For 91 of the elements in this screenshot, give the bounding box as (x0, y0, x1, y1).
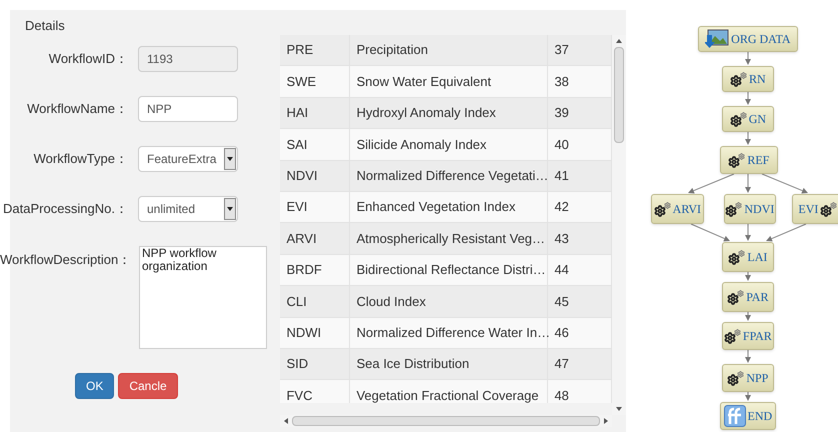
table-cell: CLI (280, 286, 350, 317)
table-cell: ARVI (280, 223, 350, 254)
gears-icon (730, 112, 747, 126)
node-label: ARVI (672, 201, 702, 218)
table-cell: Vegetation Fractional Coverage (350, 380, 548, 403)
node-label: PAR (746, 289, 768, 306)
workflow-node[interactable]: ARVI (650, 194, 704, 224)
workflow-node[interactable]: GN (722, 106, 774, 132)
workflow-node[interactable]: RN (722, 66, 774, 92)
gears-icon (728, 152, 746, 168)
table-cell: PRE (280, 35, 350, 66)
gears-icon (654, 202, 671, 216)
description-field[interactable]: NPP workflow organization (139, 246, 267, 348)
connector-arrow (766, 224, 806, 242)
dropdown[interactable]: FeatureExtra (138, 146, 238, 172)
field-label: DataProcessingNo.： (2, 200, 129, 218)
node-label: FPAR (742, 328, 772, 345)
table-cell: Bidirectional Reflectance Distri… (350, 254, 548, 286)
scroll-down-icon[interactable] (616, 407, 622, 411)
connector-arrow (690, 224, 730, 242)
workflow-node[interactable]: REF (720, 146, 778, 174)
gears-icon (730, 72, 748, 86)
connector-arrow (744, 52, 751, 65)
scrollbar-thumb[interactable] (292, 416, 600, 426)
connector-arrow (744, 174, 751, 193)
node-label: REF (747, 152, 770, 169)
connector-arrow (744, 224, 751, 241)
field-label: WorkflowID： (48, 50, 129, 68)
ok-button[interactable]: OK (75, 372, 114, 398)
connector-arrow (744, 92, 751, 105)
scroll-right-icon[interactable] (604, 418, 608, 424)
table-cell: SAI (280, 129, 350, 160)
scrollbar-thumb[interactable] (614, 47, 624, 143)
table-cell: Cloud Index (350, 286, 548, 317)
node-label: EVI (798, 201, 818, 218)
table-cell: Sea Ice Distribution (350, 348, 548, 380)
table-cell: SWE (280, 66, 350, 97)
scroll-left-icon[interactable] (284, 418, 288, 424)
workflow-node[interactable]: ORG DATA (698, 26, 798, 52)
connector-arrow (761, 174, 808, 194)
table-cell: Precipitation (350, 35, 548, 66)
gears-icon (725, 202, 742, 216)
workflow-node[interactable]: END (720, 402, 776, 430)
logo-icon (724, 405, 746, 427)
dropdown[interactable]: unlimited (138, 196, 238, 222)
node-label: RN (749, 71, 766, 88)
table-cell: Normalized Difference Water In… (350, 318, 548, 348)
field-label: WorkflowDescription： (0, 250, 132, 269)
connector-arrow (744, 132, 751, 145)
text-field[interactable]: NPP (138, 96, 238, 122)
gears-icon (727, 370, 744, 386)
table-cell: Normalized Difference Vegetati… (350, 160, 548, 191)
table-cell: Hydroxyl Anomaly Index (350, 98, 548, 128)
workflow-node[interactable]: FPAR (722, 322, 774, 350)
table-cell: FVC (280, 380, 350, 403)
image-download-icon (705, 29, 730, 49)
table-cell: Snow Water Equivalent (350, 66, 548, 97)
connector-arrow (688, 174, 734, 194)
connector-arrow (744, 392, 751, 401)
table-cell: HAI (280, 98, 350, 128)
table-cell: NDVI (280, 160, 350, 191)
workflow-node[interactable]: LAI (722, 242, 774, 272)
connector-arrow (744, 272, 751, 281)
table-cell: BRDF (280, 254, 350, 286)
node-label: ORG DATA (731, 31, 791, 48)
field-label: WorkflowType： (32, 150, 129, 168)
gears-icon (727, 290, 744, 304)
workflow-node[interactable]: NDVI (724, 194, 776, 224)
node-label: LAI (747, 249, 768, 266)
table-cell: SID (280, 348, 350, 380)
node-label: END (748, 408, 772, 425)
table-cell: NDWI (280, 318, 350, 348)
section-title: Details (25, 17, 66, 35)
connector-arrow (744, 312, 751, 321)
connector-arrow (744, 350, 751, 363)
workflow-node[interactable]: EVI (792, 194, 838, 224)
table-cell: Silicide Anomaly Index (350, 129, 548, 160)
table-cell: EVI (280, 192, 350, 222)
field-label: WorkflowName： (26, 100, 129, 118)
workflow-node[interactable]: NPP (722, 364, 774, 392)
workflow-node[interactable]: PAR (722, 282, 774, 312)
gears-icon (724, 328, 741, 344)
node-label: NPP (746, 370, 768, 387)
node-label: GN (748, 111, 766, 128)
gears-icon (820, 202, 838, 216)
gears-icon (728, 250, 746, 264)
table-cell: Atmospherically Resistant Veg… (350, 223, 548, 254)
cancel-button[interactable]: Cancle (118, 372, 178, 398)
node-label: NDVI (744, 201, 774, 218)
scroll-up-icon[interactable] (616, 39, 622, 43)
table-cell: Enhanced Vegetation Index (350, 192, 548, 222)
